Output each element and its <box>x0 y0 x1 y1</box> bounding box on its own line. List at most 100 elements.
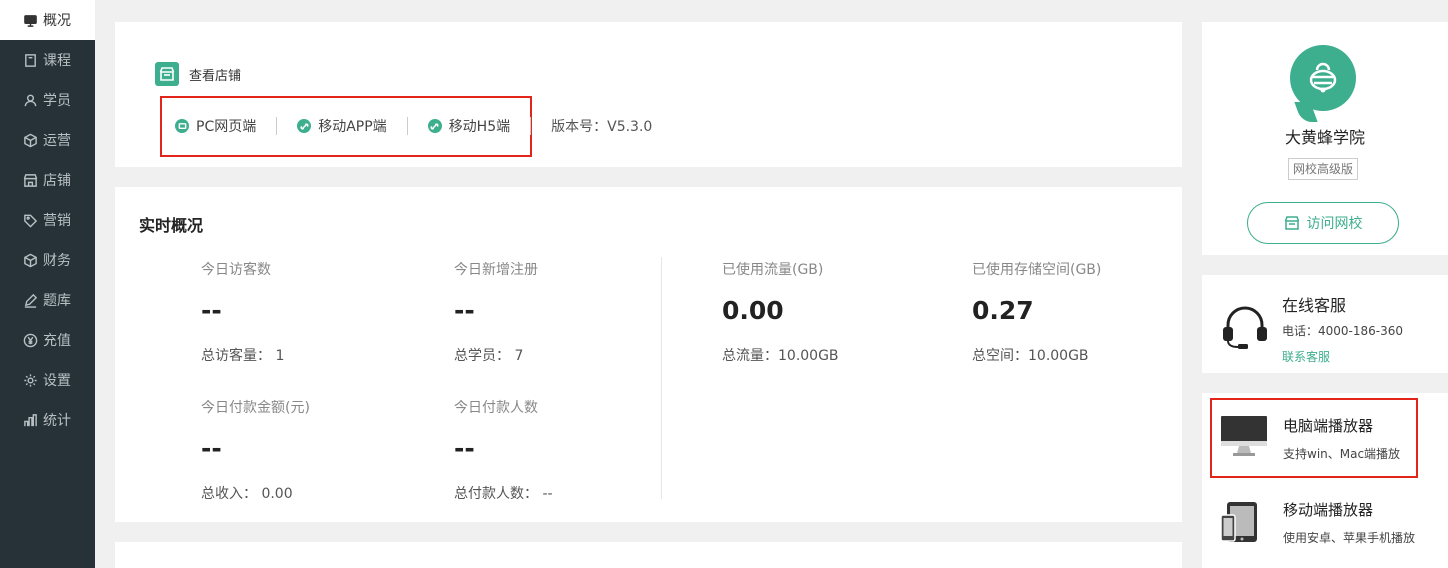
store-icon <box>1284 216 1299 230</box>
tablet-phone-icon <box>1220 502 1257 542</box>
tag-icon <box>22 212 38 228</box>
stat-total: 总流量：10.00GB <box>722 348 839 364</box>
stat-total: 总付款人数： -- <box>454 486 553 502</box>
headset-icon <box>1223 306 1267 349</box>
sidebar-item-label: 统计 <box>43 413 71 429</box>
visit-school-button[interactable]: 访问网校 <box>1247 202 1399 244</box>
stat-today-payment-amount: 今日付款金额(元) -- 总收入： 0.00 <box>201 397 421 503</box>
stat-value: 0.00 <box>722 296 784 325</box>
divider <box>661 257 662 499</box>
stat-label: 今日付款金额(元) <box>201 400 310 416</box>
store-title: 查看店铺 <box>189 68 242 84</box>
sidebar-item-label: 店铺 <box>43 173 71 189</box>
stat-today-visitors: 今日访客数 -- 总访客量： 1 <box>201 259 421 365</box>
version-number: 版本号：V5.3.0 <box>551 119 653 135</box>
stat-label: 今日新增注册 <box>454 262 538 278</box>
book-icon <box>22 52 38 68</box>
yen-icon <box>22 332 38 348</box>
edition-badge: 网校高级版 <box>1288 158 1358 180</box>
sidebar-item-overview[interactable]: 概况 <box>0 0 95 40</box>
sidebar-item-label: 充值 <box>43 333 71 349</box>
user-icon <box>22 92 38 108</box>
online-service-card: 在线客服 电话：4000-186-360 联系客服 <box>1202 275 1448 373</box>
store-card: 查看店铺 PC网页端 移动APP端 移动H5端 版本号：V5.3.0 <box>115 22 1182 167</box>
stat-total: 总学员： 7 <box>454 348 524 364</box>
player-card: 电脑端播放器 支持win、Mac端播放 移动端播放器 使用安卓、苹果手机播放 <box>1202 393 1448 568</box>
contact-service-link[interactable]: 联系客服 <box>1282 348 1330 365</box>
store-icon <box>22 172 38 188</box>
link-label: 移动APP端 <box>318 119 387 135</box>
monitor-icon <box>175 119 189 133</box>
sidebar-item-label: 运营 <box>43 133 71 149</box>
sidebar-item-label: 学员 <box>43 93 71 109</box>
stat-label: 今日访客数 <box>201 262 271 278</box>
stat-value: -- <box>201 296 222 325</box>
bar-chart-icon <box>22 412 38 428</box>
section-title: 实时概况 <box>139 216 204 235</box>
bottom-card <box>115 542 1182 568</box>
school-card: 大黄蜂学院 网校高级版 访问网校 <box>1202 22 1448 255</box>
sidebar-item-label: 设置 <box>43 373 71 389</box>
stat-storage-used: 已使用存储空间(GB) 0.27 总空间：10.00GB <box>972 259 1192 365</box>
divider <box>276 117 278 135</box>
sidebar-item-label: 营销 <box>43 213 71 229</box>
mobile-player-title[interactable]: 移动端播放器 <box>1283 499 1373 520</box>
link-label: 移动H5端 <box>448 119 511 135</box>
sidebar-item-store[interactable]: 店铺 <box>0 160 95 200</box>
stat-label: 已使用流量(GB) <box>722 262 824 278</box>
divider <box>530 117 532 135</box>
visit-label: 访问网校 <box>1306 216 1363 232</box>
sidebar-item-marketing[interactable]: 营销 <box>0 200 95 240</box>
link-icon <box>297 119 312 133</box>
stat-label: 今日付款人数 <box>454 400 538 416</box>
stat-today-registrations: 今日新增注册 -- 总学员： 7 <box>454 259 674 365</box>
cube-icon <box>22 132 38 148</box>
stat-value: 0.27 <box>972 296 1034 325</box>
service-title: 在线客服 <box>1282 296 1347 315</box>
sidebar-item-students[interactable]: 学员 <box>0 80 95 120</box>
sidebar-item-label: 课程 <box>43 53 71 69</box>
sidebar-item-label: 题库 <box>43 293 71 309</box>
sidebar-item-settings[interactable]: 设置 <box>0 360 95 400</box>
school-logo <box>1290 45 1356 111</box>
sidebar: 概况 课程 学员 运营 店铺 营销 财务 题库 充值 设置 统计 <box>0 0 95 568</box>
bee-icon <box>1309 62 1337 93</box>
pc-player-title[interactable]: 电脑端播放器 <box>1283 415 1373 436</box>
stat-label: 已使用存储空间(GB) <box>972 262 1102 278</box>
sidebar-item-courses[interactable]: 课程 <box>0 40 95 80</box>
mobile-app-link[interactable]: 移动APP端 <box>297 116 406 136</box>
stat-traffic-used: 已使用流量(GB) 0.00 总流量：10.00GB <box>722 259 942 365</box>
stat-value: -- <box>454 296 475 325</box>
sidebar-item-operations[interactable]: 运营 <box>0 120 95 160</box>
sidebar-item-recharge[interactable]: 充值 <box>0 320 95 360</box>
school-name: 大黄蜂学院 <box>1284 128 1365 147</box>
pc-web-link[interactable]: PC网页端 <box>175 116 276 136</box>
stat-total: 总收入： 0.00 <box>201 486 293 502</box>
cube-icon <box>22 252 38 268</box>
sidebar-item-label: 财务 <box>43 253 71 269</box>
sidebar-item-statistics[interactable]: 统计 <box>0 400 95 440</box>
sidebar-item-question-bank[interactable]: 题库 <box>0 280 95 320</box>
stat-value: -- <box>201 434 222 463</box>
stat-total: 总空间：10.00GB <box>972 348 1089 364</box>
link-label: PC网页端 <box>196 119 257 135</box>
mobile-h5-link[interactable]: 移动H5端 <box>427 116 530 136</box>
service-phone: 电话：4000-186-360 <box>1282 324 1404 338</box>
store-icon <box>155 62 179 86</box>
dashboard-icon <box>22 12 38 28</box>
gear-icon <box>22 372 38 388</box>
divider <box>406 117 408 135</box>
pencil-icon <box>22 292 38 308</box>
stat-value: -- <box>454 434 475 463</box>
link-icon <box>427 119 442 133</box>
mobile-player-subtitle: 使用安卓、苹果手机播放 <box>1283 531 1416 545</box>
sidebar-item-finance[interactable]: 财务 <box>0 240 95 280</box>
realtime-overview-card: 实时概况 今日访客数 -- 总访客量： 1 今日新增注册 -- 总学员： 7 已… <box>115 187 1182 522</box>
stat-total: 总访客量： 1 <box>201 348 285 364</box>
pc-player-subtitle: 支持win、Mac端播放 <box>1283 447 1401 461</box>
store-links: PC网页端 移动APP端 移动H5端 版本号：V5.3.0 <box>175 96 652 156</box>
desktop-monitor-icon <box>1221 416 1267 456</box>
stat-today-payers: 今日付款人数 -- 总付款人数： -- <box>454 397 674 503</box>
store-header: 查看店铺 <box>155 62 241 86</box>
sidebar-item-label: 概况 <box>43 13 71 29</box>
